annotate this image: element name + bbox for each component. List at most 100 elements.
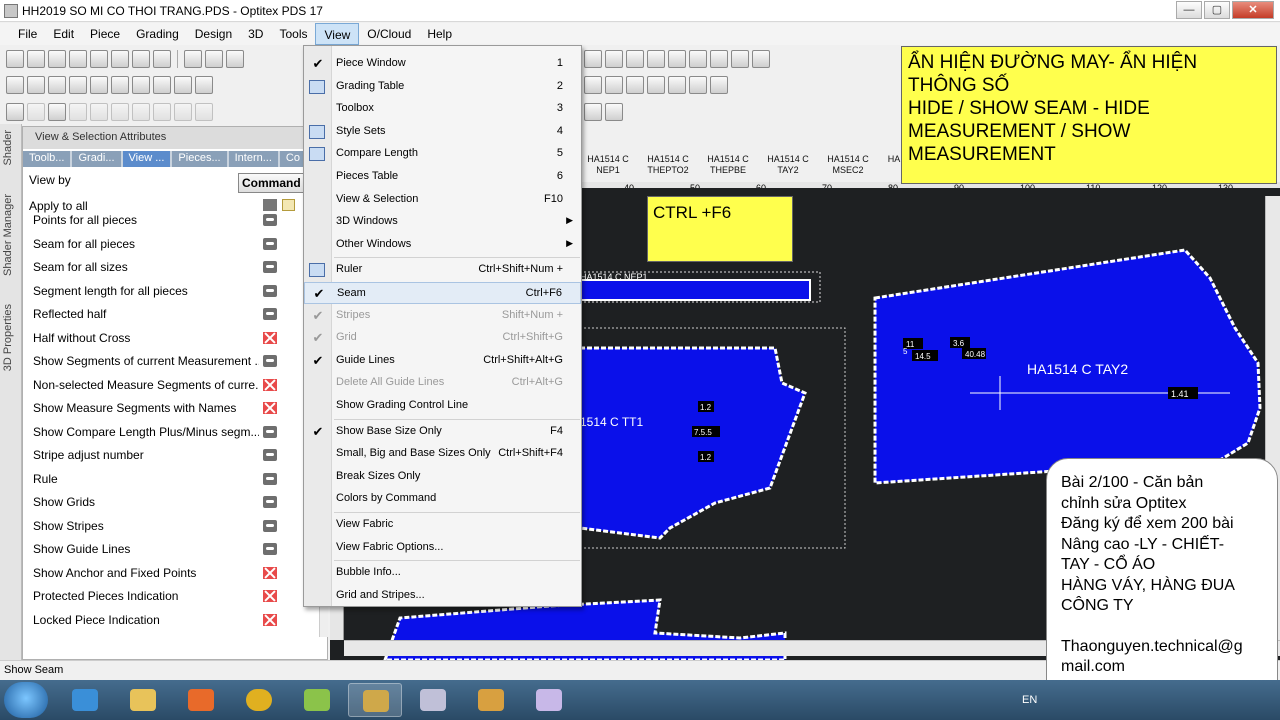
hand-icon[interactable]: [153, 76, 171, 94]
menu-item-piece-window[interactable]: ✔ Piece Window 1: [304, 53, 581, 75]
taskbar-file-explorer-icon[interactable]: [116, 683, 170, 717]
attribute-row[interactable]: Segment length for all pieces: [23, 280, 319, 304]
visible-eye-icon[interactable]: [263, 261, 277, 273]
menu-item-grid-and-stripes[interactable]: Grid and Stripes...: [304, 585, 581, 607]
menu-item-toolbox[interactable]: Toolbox 3: [304, 98, 581, 120]
measure-icon[interactable]: [48, 76, 66, 94]
taskbar-optitex-app-1-icon[interactable]: [406, 683, 460, 717]
grading-icon[interactable]: [48, 103, 66, 121]
hidden-x-icon[interactable]: [263, 331, 277, 344]
grading-2-icon[interactable]: [69, 103, 87, 121]
menu-item-guide-lines[interactable]: ✔ Guide Lines Ctrl+Shift+Alt+G: [304, 350, 581, 372]
attribute-row[interactable]: Non-selected Measure Segments of curre..…: [23, 374, 319, 398]
menu-view[interactable]: View: [315, 23, 360, 45]
attribute-row[interactable]: Stripe adjust number: [23, 444, 319, 468]
visible-eye-icon[interactable]: [263, 519, 277, 532]
attribute-row[interactable]: Half without Cross: [23, 327, 319, 351]
close-button[interactable]: ✕: [1232, 1, 1274, 19]
hidden-x-icon[interactable]: [263, 566, 277, 579]
attribute-row[interactable]: Reflected half: [23, 303, 319, 327]
menu-item-pieces-table[interactable]: Pieces Table 6: [304, 166, 581, 188]
piece-tool-icon[interactable]: [6, 103, 24, 121]
piece-tt1[interactable]: 1514 C TT1 1.2 7.5.5 1.2: [578, 327, 846, 549]
copy-icon[interactable]: [132, 50, 150, 68]
menu-help[interactable]: Help: [419, 23, 460, 45]
menu-item-break-sizes-only[interactable]: Break Sizes Only: [304, 466, 581, 488]
tab-toolbox[interactable]: Toolb...: [23, 151, 71, 167]
pleat-icon[interactable]: [626, 50, 644, 68]
menu-item-compare-length[interactable]: Compare Length 5: [304, 143, 581, 165]
menu-item-grading-table[interactable]: Grading Table 2: [304, 76, 581, 98]
target-icon[interactable]: [111, 76, 129, 94]
menu-item-show-base-size-only[interactable]: ✔ Show Base Size Only F4: [304, 421, 581, 443]
tab-shader[interactable]: Shader: [2, 130, 20, 165]
menu-item-3d-windows[interactable]: 3D Windows ▶: [304, 211, 581, 233]
cut-line-icon[interactable]: [668, 50, 686, 68]
menu-item-ruler[interactable]: Ruler Ctrl+Shift+Num +: [304, 259, 581, 281]
piece-tool-2-icon[interactable]: [27, 103, 45, 121]
circle-icon[interactable]: [90, 76, 108, 94]
language-indicator[interactable]: EN: [1022, 694, 1037, 706]
menu-tools[interactable]: Tools: [271, 23, 315, 45]
attribute-row[interactable]: Points for all pieces: [23, 209, 319, 233]
menu-design[interactable]: Design: [187, 23, 240, 45]
piece-nep1[interactable]: HA1514 C NEP1: [579, 271, 821, 303]
grading-6-icon[interactable]: [153, 103, 171, 121]
menu-item-stripes[interactable]: ✔ Stripes Shift+Num +: [304, 305, 581, 327]
attribute-row[interactable]: Show Segments of current Measurement ...: [23, 350, 319, 374]
visible-eye-icon[interactable]: [263, 496, 277, 508]
menu-item-view-fabric-options[interactable]: View Fabric Options...: [304, 537, 581, 559]
tab-pieces[interactable]: Pieces...: [172, 151, 227, 167]
tab-view[interactable]: View ...: [122, 151, 171, 167]
attribute-row[interactable]: Seam for all pieces: [23, 233, 319, 257]
stitch-icon[interactable]: [584, 50, 602, 68]
attribute-row[interactable]: Rule: [23, 468, 319, 492]
rotate-icon[interactable]: [174, 76, 192, 94]
menu-grading[interactable]: Grading: [128, 23, 187, 45]
tab-3d-properties[interactable]: 3D Properties: [2, 304, 20, 371]
grading-3-icon[interactable]: [90, 103, 108, 121]
add-point-icon[interactable]: [6, 76, 24, 94]
open-file-icon[interactable]: [48, 50, 66, 68]
dart-icon[interactable]: [605, 50, 623, 68]
print-icon[interactable]: [90, 50, 108, 68]
play-icon[interactable]: [626, 76, 644, 94]
add-notch-icon[interactable]: [27, 76, 45, 94]
visible-eye-icon[interactable]: [263, 237, 277, 250]
menu-item-show-grading-control-line[interactable]: Show Grading Control Line: [304, 395, 581, 417]
attribute-row[interactable]: Seam for all sizes: [23, 256, 319, 280]
menu-item-colors-by-command[interactable]: Colors by Command: [304, 488, 581, 510]
pen-icon[interactable]: [69, 76, 87, 94]
hidden-x-icon[interactable]: [263, 378, 277, 391]
hidden-x-icon[interactable]: [263, 402, 277, 414]
mirror-icon[interactable]: [731, 50, 749, 68]
export-icon[interactable]: [184, 50, 202, 68]
grading-8-icon[interactable]: [195, 103, 213, 121]
visible-eye-icon[interactable]: [263, 449, 277, 461]
menu-file[interactable]: File: [10, 23, 45, 45]
taskbar-optitex-scissors-icon[interactable]: [464, 683, 518, 717]
new-file-icon[interactable]: [27, 50, 45, 68]
visible-eye-icon[interactable]: [263, 543, 277, 555]
tab-internal[interactable]: Intern...: [228, 151, 278, 167]
curve-icon[interactable]: [195, 76, 213, 94]
grading-5-icon[interactable]: [132, 103, 150, 121]
menu-edit[interactable]: Edit: [45, 23, 82, 45]
piece-header-label[interactable]: HA1514 C THEPBE: [700, 154, 756, 176]
visible-eye-icon[interactable]: [263, 355, 277, 367]
attribute-row[interactable]: Show Guide Lines: [23, 538, 319, 562]
visible-eye-icon[interactable]: [263, 214, 277, 226]
attribute-row[interactable]: Show Compare Length Plus/Minus segm...: [23, 421, 319, 445]
menu-item-delete-all-guide-lines[interactable]: Delete All Guide Lines Ctrl+Alt+G: [304, 372, 581, 394]
attribute-row[interactable]: Protected Pieces Indication: [23, 585, 319, 609]
table-icon[interactable]: [710, 76, 728, 94]
text-icon[interactable]: [132, 76, 150, 94]
piece-header-label[interactable]: HA1514 C THEPTO2: [640, 154, 696, 176]
attribute-row[interactable]: Show Grids: [23, 491, 319, 515]
align-icon[interactable]: [647, 76, 665, 94]
swap-icon[interactable]: [689, 50, 707, 68]
grading-7-icon[interactable]: [174, 103, 192, 121]
menu-item-view-selection[interactable]: View & Selection F10: [304, 189, 581, 211]
tab-grading[interactable]: Gradi...: [72, 151, 121, 167]
menu-3d[interactable]: 3D: [240, 23, 271, 45]
